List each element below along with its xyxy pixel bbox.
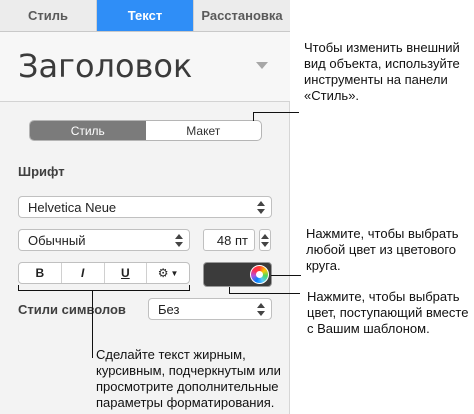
style-layout-segmented-control: Стиль Макет: [29, 120, 262, 141]
paragraph-style-name: Заголовок: [18, 47, 193, 85]
color-wheel-icon[interactable]: [250, 265, 269, 284]
callout-template-color: Нажмите, чтобы выбрать цвет, поступающий…: [307, 289, 469, 336]
tab-text[interactable]: Текст: [97, 0, 194, 31]
font-section-label: Шрифт: [18, 164, 65, 179]
advanced-options-button[interactable]: ⚙ ▼: [147, 263, 189, 283]
dropdown-arrow-icon: ▼: [170, 268, 179, 278]
callout-line-color-wheel: [271, 275, 301, 276]
updown-arrows-icon: [257, 303, 265, 316]
updown-arrows-icon: [261, 234, 269, 247]
callout-line-format: [92, 290, 93, 358]
callout-line-template-color: [229, 287, 230, 293]
gear-icon: ⚙: [157, 266, 169, 280]
callout-bracket-format: [189, 285, 190, 291]
character-styles-label: Стили символов: [18, 302, 126, 317]
italic-button[interactable]: I: [62, 263, 105, 283]
segment-layout[interactable]: Макет: [146, 121, 262, 140]
callout-color-wheel: Нажмите, чтобы выбрать любой цвет из цве…: [306, 226, 459, 273]
inspector-tabs: Стиль Текст Расстановка: [0, 0, 290, 32]
callout-bracket-format: [18, 290, 190, 291]
typeface-select[interactable]: Обычный: [18, 229, 190, 251]
updown-arrows-icon: [257, 201, 265, 214]
font-size-field[interactable]: 48 пт: [203, 229, 255, 251]
updown-arrows-icon: [175, 234, 183, 247]
callout-line-template-color: [229, 293, 300, 294]
font-family-select[interactable]: Helvetica Neue: [18, 196, 272, 218]
callout-bracket-format: [18, 285, 19, 291]
font-family-value: Helvetica Neue: [28, 199, 117, 215]
callout-style-panel: Чтобы изменить внешний вид объекта, испо…: [304, 40, 460, 103]
typeface-value: Обычный: [28, 232, 86, 248]
character-styles-value: Без: [158, 301, 180, 317]
segment-style[interactable]: Стиль: [30, 121, 146, 140]
text-color-well[interactable]: [203, 262, 272, 287]
callout-formatting: Сделайте текст жирным, курсивным, подчер…: [96, 347, 281, 410]
tab-arrange[interactable]: Расстановка: [194, 0, 290, 31]
font-size-stepper[interactable]: [259, 229, 271, 251]
bold-button[interactable]: B: [19, 263, 62, 283]
character-styles-select[interactable]: Без: [148, 298, 272, 320]
text-format-buttons: B I U ⚙ ▼: [18, 262, 190, 284]
callout-line-style: [253, 112, 299, 113]
callout-line-style: [253, 112, 254, 121]
chevron-down-icon[interactable]: [256, 62, 268, 69]
underline-button[interactable]: U: [105, 263, 148, 283]
paragraph-style-selector[interactable]: Заголовок: [0, 32, 290, 102]
tab-style[interactable]: Стиль: [0, 0, 97, 31]
